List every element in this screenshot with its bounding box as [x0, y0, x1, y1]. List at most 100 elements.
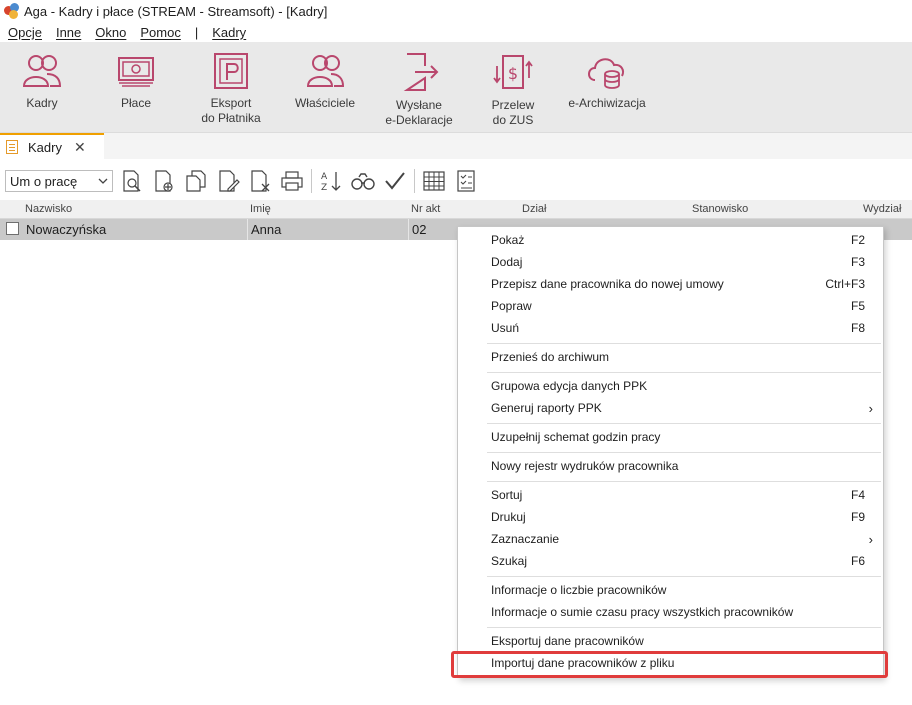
document-tabs: Kadry ✕ — [0, 133, 912, 159]
menu-okno[interactable]: Okno — [95, 25, 126, 40]
close-icon[interactable]: ✕ — [74, 139, 86, 156]
document-edit-icon — [219, 170, 240, 192]
menu-item-przenies-archiwum[interactable]: Przenieś do archiwum — [458, 346, 885, 368]
menu-item-zaznaczanie[interactable]: Zaznaczanie › — [458, 528, 885, 550]
sort-button[interactable]: AZ — [318, 168, 344, 194]
menu-item-pokaz[interactable]: Pokaż F2 — [458, 229, 885, 251]
menu-item-szukaj[interactable]: Szukaj F6 — [458, 550, 885, 572]
tab-kadry[interactable]: Kadry ✕ — [0, 133, 104, 159]
menu-item-popraw[interactable]: Popraw F5 — [458, 295, 885, 317]
menu-separator — [487, 423, 881, 424]
checkmark-icon — [385, 172, 405, 190]
add-button[interactable] — [151, 168, 177, 194]
export-document-icon — [403, 53, 439, 91]
ribbon: Kadry Płace Eksport do Płatnika Właścici… — [0, 42, 912, 133]
menu-item-label: Pokaż — [491, 233, 525, 247]
menu-inne[interactable]: Inne — [56, 25, 81, 40]
menu-item-label: Przepisz dane pracownika do nowej umowy — [491, 277, 724, 291]
ribbon-kadry-button[interactable]: Kadry — [12, 42, 72, 133]
menu-pomoc[interactable]: Pomoc — [140, 25, 180, 40]
menu-kadry[interactable]: Kadry — [212, 25, 246, 40]
edit-button[interactable] — [215, 168, 241, 194]
menu-item-label: Drukuj — [491, 510, 526, 524]
copy-button[interactable] — [183, 168, 209, 194]
svg-text:Z: Z — [321, 183, 327, 193]
print-button[interactable] — [279, 168, 305, 194]
column-header-nazwisko[interactable]: Nazwisko — [25, 203, 72, 215]
window-title: Aga - Kadry i płace (STREAM - Streamsoft… — [24, 3, 328, 19]
ribbon-wyslane-edeklaracje-button[interactable]: Wysłane e-Deklaracje — [380, 42, 458, 133]
preview-button[interactable] — [119, 168, 145, 194]
menu-item-label: Zaznaczanie — [491, 532, 560, 546]
delete-button[interactable] — [247, 168, 273, 194]
document-delete-icon — [251, 170, 270, 192]
ribbon-place-button[interactable]: Płace — [106, 42, 166, 133]
cloud-archive-icon — [588, 58, 624, 89]
ribbon-kadry-label: Kadry — [26, 96, 58, 110]
menu-item-label: Usuń — [491, 321, 520, 335]
column-header-dzial[interactable]: Dział — [522, 203, 546, 215]
menu-item-label: Sortuj — [491, 488, 523, 502]
ribbon-eksport-platnik-button[interactable]: Eksport do Płatnika — [192, 42, 270, 133]
ribbon-wlasciciele-button[interactable]: Właściciele — [290, 42, 360, 133]
menu-separator — [487, 372, 881, 373]
document-search-icon — [123, 170, 141, 192]
menu-item-label: Popraw — [491, 299, 532, 313]
ribbon-przelew-zus-button[interactable]: $ Przelew do ZUS — [480, 42, 546, 133]
chevron-right-icon: › — [868, 531, 873, 547]
app-logo-icon — [4, 3, 20, 19]
menu-item-przepisz[interactable]: Przepisz dane pracownika do nowej umowy C… — [458, 273, 885, 295]
column-header-wydzial[interactable]: Wydział — [863, 203, 901, 215]
shortcut: F4 — [850, 488, 865, 502]
svg-text:$: $ — [508, 64, 518, 83]
menu-separator — [487, 343, 881, 344]
transfer-icon: $ — [493, 55, 533, 89]
context-menu: Pokaż F2 Dodaj F3 Przepisz dane pracownika… — [457, 226, 884, 678]
menu-item-dodaj[interactable]: Dodaj F3 — [458, 251, 885, 273]
menu-item-label: Informacje o sumie czasu pracy wszystkic… — [491, 605, 794, 619]
ribbon-przelew-label: Przelew do ZUS — [491, 98, 535, 127]
menu-item-grupowa-edycja-ppk[interactable]: Grupowa edycja danych PPK — [458, 375, 885, 397]
contract-type-select[interactable]: Um o pracę — [5, 170, 113, 192]
checklist-icon — [457, 170, 475, 192]
menu-item-generuj-raporty-ppk[interactable]: Generuj raporty PPK › — [458, 397, 885, 419]
checklist-button[interactable] — [453, 168, 479, 194]
menu-item-uzupelnij-schemat[interactable]: Uzupełnij schemat godzin pracy — [458, 426, 885, 448]
menu-item-drukuj[interactable]: Drukuj F9 — [458, 506, 885, 528]
search-button[interactable] — [350, 168, 376, 194]
ribbon-place-label: Płace — [120, 96, 152, 110]
menu-item-label: Eksportuj dane pracowników — [491, 634, 644, 648]
sort-az-icon: AZ — [321, 172, 341, 193]
shortcut: F3 — [850, 255, 865, 269]
column-header-stanowisko[interactable]: Stanowisko — [692, 203, 748, 215]
shortcut: Ctrl+F3 — [825, 277, 865, 291]
menu-item-nowy-rejestr[interactable]: Nowy rejestr wydruków pracownika — [458, 455, 885, 477]
ribbon-eksport-platnik-label: Eksport do Płatnika — [201, 96, 261, 125]
toolbar: Um o pracę AZ — [0, 165, 912, 197]
cell-nr-akt: 02 — [412, 222, 427, 237]
menu-item-sortuj[interactable]: Sortuj F4 — [458, 484, 885, 506]
ribbon-e-archiwizacja-button[interactable]: e-Archiwizacja — [564, 42, 650, 133]
column-header-nr-akt[interactable]: Nr akt — [411, 203, 440, 215]
menu-item-eksportuj-dane[interactable]: Eksportuj dane pracowników — [458, 630, 885, 652]
row-checkbox[interactable] — [6, 222, 19, 235]
column-divider — [408, 219, 409, 240]
shortcut: F5 — [850, 299, 865, 313]
menu-separator — [487, 576, 881, 577]
menu-item-informacje-czas[interactable]: Informacje o sumie czasu pracy wszystkic… — [458, 601, 885, 623]
shortcut: F8 — [850, 321, 865, 335]
toolbar-separator — [311, 169, 312, 193]
menu-item-label: Szukaj — [491, 554, 528, 568]
select-button[interactable] — [382, 168, 408, 194]
grid-view-button[interactable] — [421, 168, 447, 194]
menu-item-usun[interactable]: Usuń F8 — [458, 317, 885, 339]
menu-opcje[interactable]: Opcje — [8, 25, 42, 40]
menu-separator — [487, 627, 881, 628]
table-grid-icon — [423, 171, 445, 191]
title-bar: Aga - Kadry i płace (STREAM - Streamsoft… — [0, 0, 912, 22]
document-icon — [6, 140, 18, 154]
column-header-imie[interactable]: Imię — [250, 203, 271, 215]
menu-bar: Opcje Inne Okno Pomoc | Kadry — [0, 22, 912, 42]
menu-item-informacje-liczba[interactable]: Informacje o liczbie pracowników — [458, 579, 885, 601]
menu-item-label: Generuj raporty PPK — [491, 401, 602, 415]
